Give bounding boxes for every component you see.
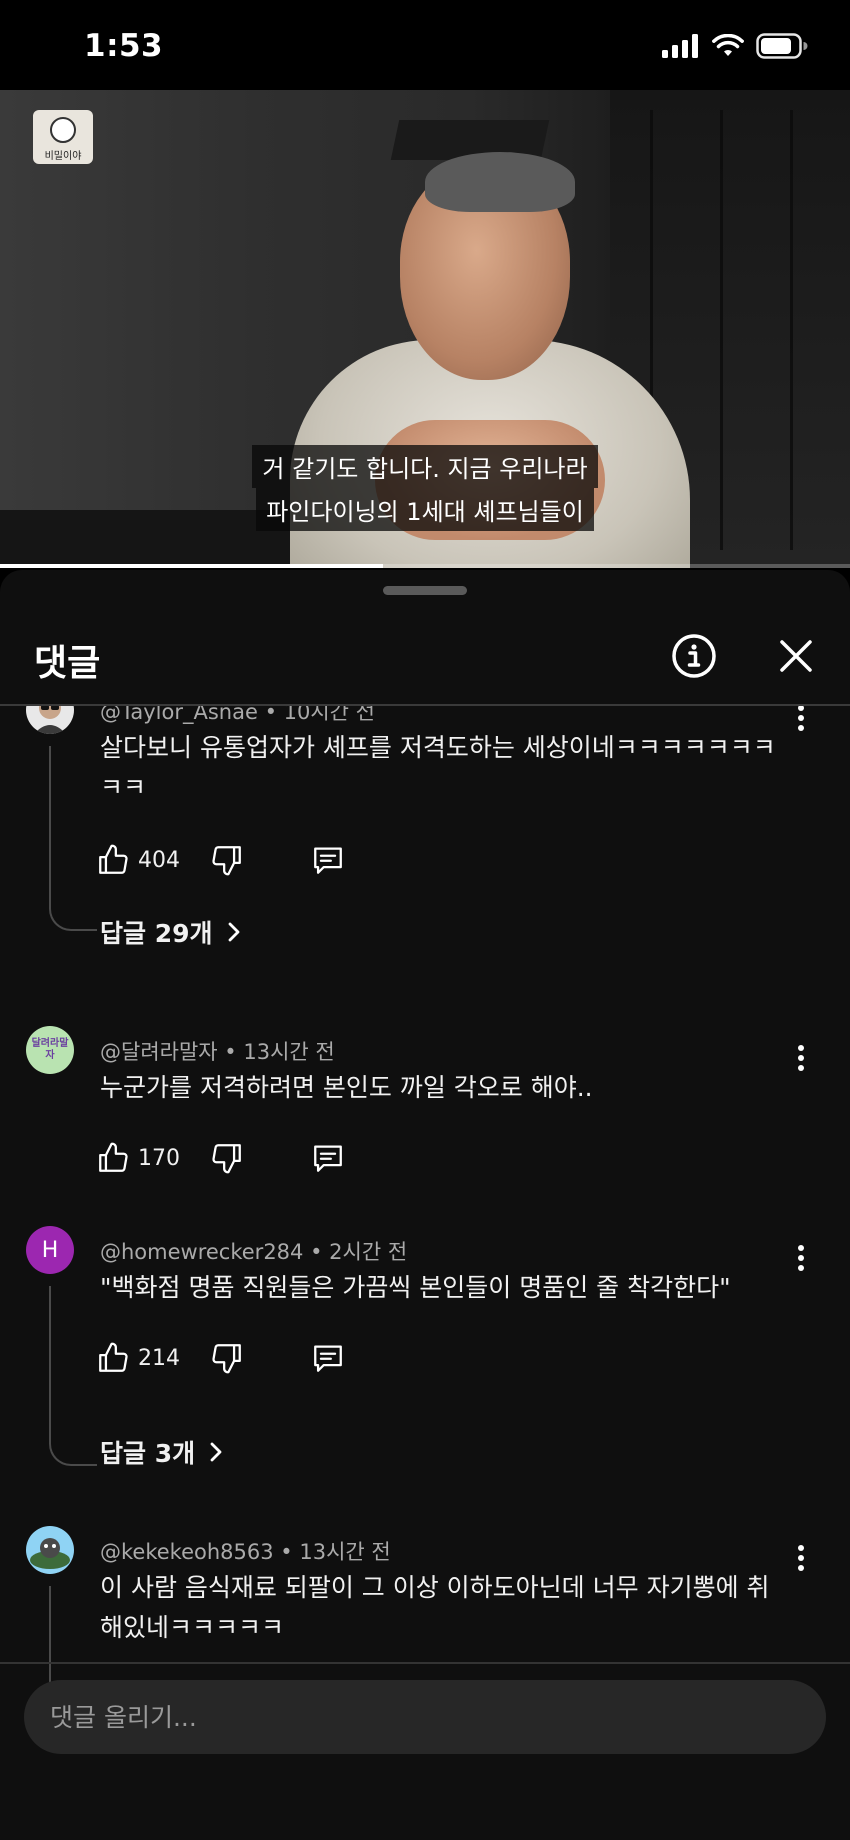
thumb-down-icon: [212, 1344, 241, 1374]
comment-actions: 214: [96, 1336, 346, 1380]
comment-avatar[interactable]: H: [26, 1226, 74, 1274]
like-button[interactable]: 214: [96, 1341, 210, 1375]
avatar-letter: H: [41, 1237, 59, 1263]
comment-meta: @homewrecker284 • 2시간 전: [100, 1240, 408, 1264]
reply-comment-icon: [314, 847, 342, 874]
chevron-right-icon: [210, 1442, 222, 1462]
comment-more-button[interactable]: [786, 1538, 816, 1578]
video-progress-bar[interactable]: [0, 564, 850, 568]
reply-button[interactable]: [310, 1141, 346, 1175]
comments-header: 댓글: [0, 610, 850, 705]
subtitle-line-1: 거 같기도 합니다. 지금 우리나라: [0, 445, 850, 488]
comment-text: 누군가를 저격하려면 본인도 까일 각오로 해야..: [100, 1073, 593, 1102]
subtitle-line-2: 파인다이닝의 1세대 셰프님들이: [0, 488, 850, 531]
more-vert-icon: [798, 1045, 804, 1071]
like-count: 214: [138, 1345, 180, 1371]
comment-meta: @달려라말자 • 13시간 전: [100, 1040, 335, 1064]
comment-actions: 404: [96, 838, 346, 882]
thumb-up-icon: [99, 1342, 128, 1372]
sheet-drag-handle[interactable]: [383, 586, 467, 595]
reply-button[interactable]: [310, 843, 346, 877]
chevron-right-icon: [228, 922, 239, 942]
comment-avatar[interactable]: [26, 706, 74, 734]
status-time: 1:53: [84, 28, 164, 64]
like-count: 170: [138, 1145, 180, 1171]
channel-watermark-logo: 비밀이야: [33, 110, 93, 164]
like-count: 404: [138, 847, 180, 873]
channel-watermark-text: 비밀이야: [42, 147, 84, 162]
compose-divider: [0, 1662, 850, 1664]
comments-sheet: 댓글 @Taylor_Asnae • 10시간 전 살다보니 유통업자가 셰프를…: [0, 570, 850, 1840]
comment-author[interactable]: @kekekeoh8563: [100, 1540, 274, 1564]
signal-icon: [662, 34, 698, 58]
like-button[interactable]: 170: [96, 1141, 210, 1175]
comment-actions: 170: [96, 1136, 346, 1180]
status-bar: 1:53: [0, 0, 850, 90]
thread-line: [49, 746, 97, 931]
thread-line: [49, 1286, 97, 1466]
comment-meta: @kekekeoh8563 • 13시간 전: [100, 1540, 391, 1564]
battery-icon: [756, 33, 808, 59]
comment-author[interactable]: @Taylor_Asnae: [100, 706, 258, 724]
dislike-button[interactable]: [210, 843, 310, 877]
close-icon: [780, 640, 812, 672]
video-progress-fill: [0, 564, 383, 568]
comment-item: @Taylor_Asnae • 10시간 전 살다보니 유통업자가 셰프를 저격…: [0, 706, 850, 956]
thumb-down-icon: [212, 846, 241, 876]
reply-comment-icon: [314, 1345, 342, 1372]
thumb-up-icon: [99, 844, 128, 874]
comment-more-button[interactable]: [786, 706, 816, 738]
dislike-button[interactable]: [210, 1141, 310, 1175]
avatar-text: 달려라말자: [31, 1038, 69, 1061]
comment-avatar[interactable]: 달려라말자: [26, 1026, 74, 1074]
comment-item: H @homewrecker284 • 2시간 전 "백화점 명품 직원들은 가…: [0, 1226, 850, 1486]
wifi-icon: [712, 34, 744, 56]
comment-item: @kekekeoh8563 • 13시간 전 이 사람 음식재료 되팔이 그 이…: [0, 1526, 850, 1706]
avatar-image: [26, 1526, 74, 1574]
more-vert-icon: [798, 1545, 804, 1571]
comment-input[interactable]: [50, 1680, 790, 1754]
like-button[interactable]: 404: [96, 843, 210, 877]
close-button[interactable]: [770, 630, 822, 682]
comment-text: 이 사람 음식재료 되팔이 그 이상 이하도아닌데 너무 자기뽕에 취해있네ㅋㅋ…: [100, 1573, 770, 1642]
comment-time: 10시간 전: [283, 706, 375, 724]
reply-button[interactable]: [310, 1341, 346, 1375]
thumb-down-icon: [212, 1144, 241, 1174]
comment-text: 살다보니 유통업자가 셰프를 저격도하는 세상이네ㅋㅋㅋㅋㅋㅋㅋㅋㅋ: [100, 733, 776, 802]
comments-list[interactable]: @Taylor_Asnae • 10시간 전 살다보니 유통업자가 셰프를 저격…: [0, 706, 850, 1706]
replies-count-label: 답글 3개: [100, 1439, 196, 1468]
status-icons: [662, 32, 808, 60]
comment-item: 달려라말자 @달려라말자 • 13시간 전 누군가를 저격하려면 본인도 까일 …: [0, 1026, 850, 1186]
comment-avatar[interactable]: [26, 1526, 74, 1574]
comment-meta: @Taylor_Asnae • 10시간 전: [100, 706, 375, 726]
more-vert-icon: [798, 706, 804, 731]
more-vert-icon: [798, 1245, 804, 1271]
comment-compose-box[interactable]: [24, 1680, 826, 1754]
thumb-up-icon: [99, 1142, 128, 1172]
view-replies-button[interactable]: 답글 3개: [100, 1434, 223, 1470]
comment-more-button[interactable]: [786, 1238, 816, 1278]
video-person-hair: [425, 152, 575, 212]
dislike-button[interactable]: [210, 1341, 310, 1375]
comments-title: 댓글: [34, 643, 101, 684]
avatar-image: [26, 706, 74, 734]
reply-comment-icon: [314, 1145, 342, 1172]
comment-time: 2시간 전: [329, 1240, 408, 1264]
comment-author[interactable]: @homewrecker284: [100, 1240, 303, 1264]
info-button[interactable]: [668, 630, 720, 682]
info-icon: [672, 634, 716, 678]
replies-count-label: 답글 29개: [100, 919, 213, 948]
view-replies-button[interactable]: 답글 29개: [100, 914, 241, 950]
video-player[interactable]: 비밀이야 거 같기도 합니다. 지금 우리나라 파인다이닝의 1세대 셰프님들이: [0, 90, 850, 568]
comment-author[interactable]: @달려라말자: [100, 1040, 218, 1064]
comment-text: "백화점 명품 직원들은 가끔씩 본인들이 명품인 줄 착각한다": [100, 1273, 731, 1302]
comment-more-button[interactable]: [786, 1038, 816, 1078]
comment-time: 13시간 전: [299, 1540, 391, 1564]
comment-time: 13시간 전: [243, 1040, 335, 1064]
